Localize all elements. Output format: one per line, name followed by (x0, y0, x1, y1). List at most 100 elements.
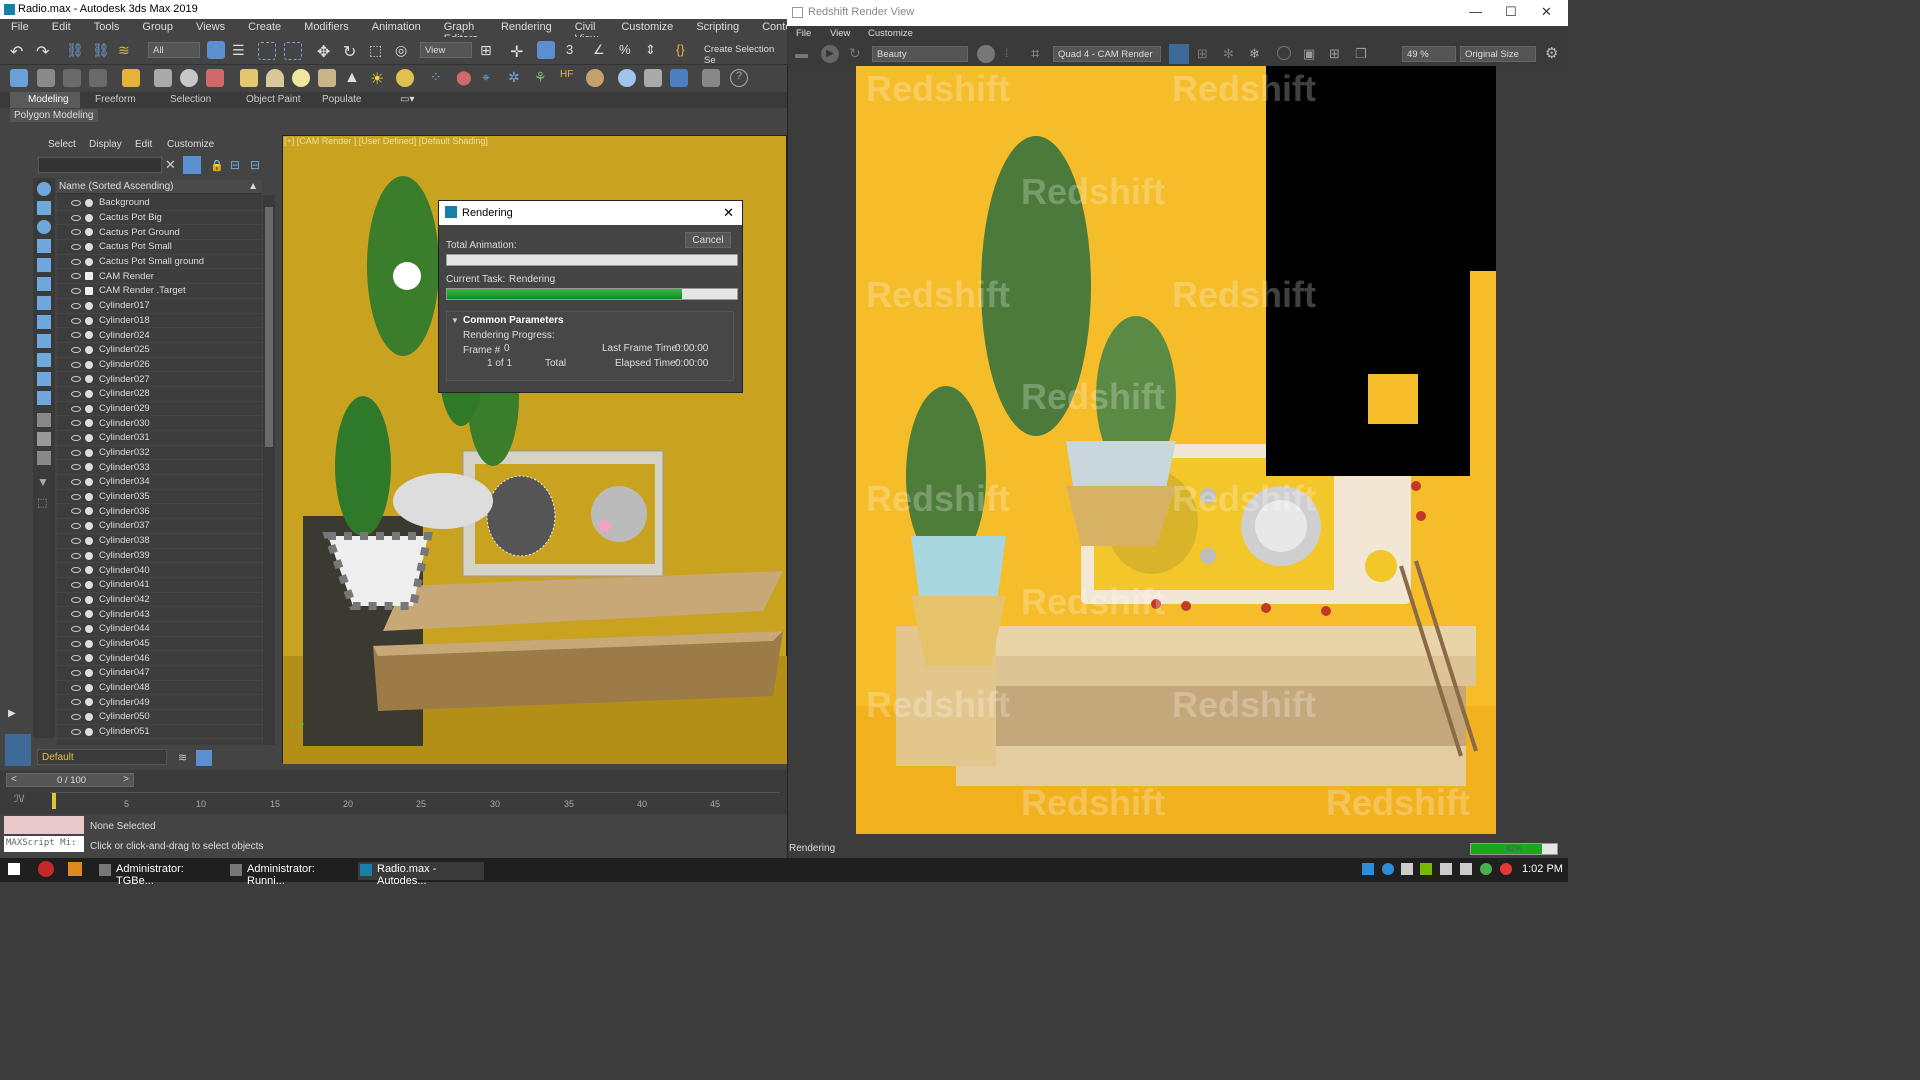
display-all-icon[interactable] (37, 413, 51, 427)
menu-customize[interactable]: Customize (610, 19, 685, 37)
list-item[interactable]: Cylinder044 (57, 622, 262, 637)
rs-rgb-icon[interactable] (977, 45, 995, 63)
visibility-eye-icon[interactable] (71, 523, 81, 530)
visibility-eye-icon[interactable] (71, 684, 81, 691)
rs-crop-icon[interactable]: ⌗ (1031, 45, 1039, 62)
list-item[interactable]: Cylinder040 (57, 563, 262, 578)
rollout-title[interactable]: Common Parameters (463, 315, 564, 326)
maxscript-input[interactable]: MAXScript Mi: (4, 836, 84, 852)
display-groups-icon[interactable] (37, 296, 51, 310)
menu-tools[interactable]: Tools (83, 19, 132, 37)
list-item[interactable]: Cylinder024 (57, 328, 262, 343)
display-frozen-icon[interactable] (37, 372, 51, 386)
paint-select-icon[interactable]: ⬚ (37, 496, 51, 510)
rs-lock-icon[interactable] (1169, 44, 1189, 64)
visibility-eye-icon[interactable] (71, 640, 81, 647)
pivot-icon[interactable]: ⊞ (480, 42, 498, 60)
visibility-eye-icon[interactable] (71, 655, 81, 662)
rs-render-view-icon[interactable] (618, 69, 636, 87)
layer-manager-icon[interactable] (196, 750, 212, 766)
visibility-eye-icon[interactable] (71, 714, 81, 721)
angle-snap-icon[interactable]: ∠ (593, 42, 611, 60)
list-item[interactable]: Cylinder017 (57, 299, 262, 314)
list-item[interactable]: Cylinder045 (57, 637, 262, 652)
list-item[interactable]: Cylinder034 (57, 475, 262, 490)
list-item[interactable]: Cactus Pot Big (57, 211, 262, 226)
rs-plane-icon[interactable] (240, 69, 258, 87)
rs-menu-file[interactable]: File (796, 28, 811, 39)
display-geometry-icon[interactable] (37, 182, 51, 196)
tab-populate[interactable]: Populate (322, 94, 361, 105)
rs-material-icon[interactable] (670, 69, 688, 87)
curve-editor-icon[interactable] (89, 69, 107, 87)
list-item[interactable]: Cylinder033 (57, 460, 262, 476)
list-item[interactable]: Cylinder037 (57, 519, 262, 534)
visibility-eye-icon[interactable] (71, 214, 81, 221)
redo-icon[interactable]: ↷ (36, 42, 54, 61)
visibility-eye-icon[interactable] (71, 508, 81, 515)
rs-zoom-field[interactable]: 49 % (1402, 46, 1456, 62)
rs-menu-customize[interactable]: Customize (868, 28, 913, 39)
list-item[interactable]: Cylinder050 (57, 710, 262, 725)
rs-camera-icon[interactable]: ⌖ (482, 69, 500, 87)
tab-object-paint[interactable]: Object Paint (246, 94, 300, 105)
rectangular-selection-icon[interactable] (258, 42, 276, 60)
list-item[interactable]: CAM Render .Target (57, 284, 262, 299)
visibility-eye-icon[interactable] (71, 670, 81, 676)
menu-group[interactable]: Group (131, 19, 185, 37)
rs-render-image[interactable]: Redshift Redshift Redshift Redshift Reds… (856, 66, 1496, 834)
visibility-eye-icon[interactable] (71, 332, 81, 339)
rs-circle-icon[interactable] (1277, 46, 1291, 60)
visibility-eye-icon[interactable] (71, 258, 81, 265)
schematic-view-icon[interactable] (122, 69, 140, 87)
display-lights-icon[interactable] (37, 220, 51, 234)
scrollbar-thumb[interactable] (265, 207, 273, 447)
taskbar-item-active[interactable]: Radio.max - Autodes... (358, 862, 484, 887)
visibility-eye-icon[interactable] (71, 229, 81, 236)
layout-toggle[interactable] (5, 734, 31, 766)
list-item[interactable]: Cylinder029 (57, 402, 262, 417)
time-slider-next[interactable]: > (123, 774, 129, 785)
visibility-eye-icon[interactable] (71, 317, 81, 324)
menu-create[interactable]: Create (237, 19, 293, 37)
rs-sun-icon[interactable]: ☀ (370, 69, 388, 88)
list-item[interactable]: Cylinder036 (57, 504, 262, 520)
selection-filter-dropdown[interactable]: All (148, 42, 200, 58)
sublime-icon[interactable] (68, 862, 82, 876)
scene-explorer-toggle-icon[interactable] (10, 69, 28, 87)
display-xrefs-icon[interactable] (37, 315, 51, 329)
rs-proxy-icon[interactable]: ⁘ (430, 69, 448, 87)
list-item[interactable]: Cylinder035 (57, 490, 262, 505)
rollout-collapse-icon[interactable]: ▼ (451, 316, 459, 325)
named-selection-sets-field[interactable]: Create Selection Se (700, 42, 784, 66)
rs-refresh-icon[interactable]: ↻ (849, 45, 861, 62)
visibility-eye-icon[interactable] (71, 200, 81, 206)
bluetooth-icon[interactable] (1382, 863, 1394, 875)
rs-size-dropdown[interactable]: Original Size (1460, 46, 1536, 62)
visibility-eye-icon[interactable] (71, 625, 81, 632)
visibility-eye-icon[interactable] (71, 567, 81, 574)
visibility-eye-icon[interactable] (71, 405, 81, 412)
tab-freeform[interactable]: Freeform (95, 94, 136, 105)
taskbar-item[interactable]: Administrator: TGBe... (97, 862, 221, 887)
menu-display[interactable]: Display (89, 139, 122, 150)
visibility-eye-icon[interactable] (71, 420, 81, 427)
cancel-button[interactable]: Cancel (685, 232, 731, 248)
rs-light-icon[interactable] (292, 69, 310, 87)
toggle-ribbon-icon[interactable] (63, 69, 81, 87)
list-item[interactable]: Cylinder051 (57, 725, 262, 740)
visibility-eye-icon[interactable] (71, 273, 81, 280)
wifi-icon[interactable] (1440, 863, 1452, 875)
ribbon-options-icon[interactable]: ▭▾ (400, 94, 414, 105)
bind-space-warp-icon[interactable]: ≋ (118, 42, 136, 60)
close-icon[interactable]: ✕ (723, 205, 734, 221)
rs-mesh-icon[interactable] (318, 69, 336, 87)
menu-select[interactable]: Select (48, 139, 76, 150)
menu-views[interactable]: Views (185, 19, 237, 37)
list-item[interactable]: Cylinder025 (57, 343, 262, 358)
list-item[interactable]: Cylinder018 (57, 314, 262, 329)
visibility-eye-icon[interactable] (71, 728, 81, 735)
rs-volume-icon[interactable]: ⬤ (456, 69, 474, 87)
rs-freeze-icon[interactable]: ❄ (1249, 46, 1260, 62)
rs-camera-dropdown[interactable]: Quad 4 - CAM Render (1053, 46, 1161, 62)
